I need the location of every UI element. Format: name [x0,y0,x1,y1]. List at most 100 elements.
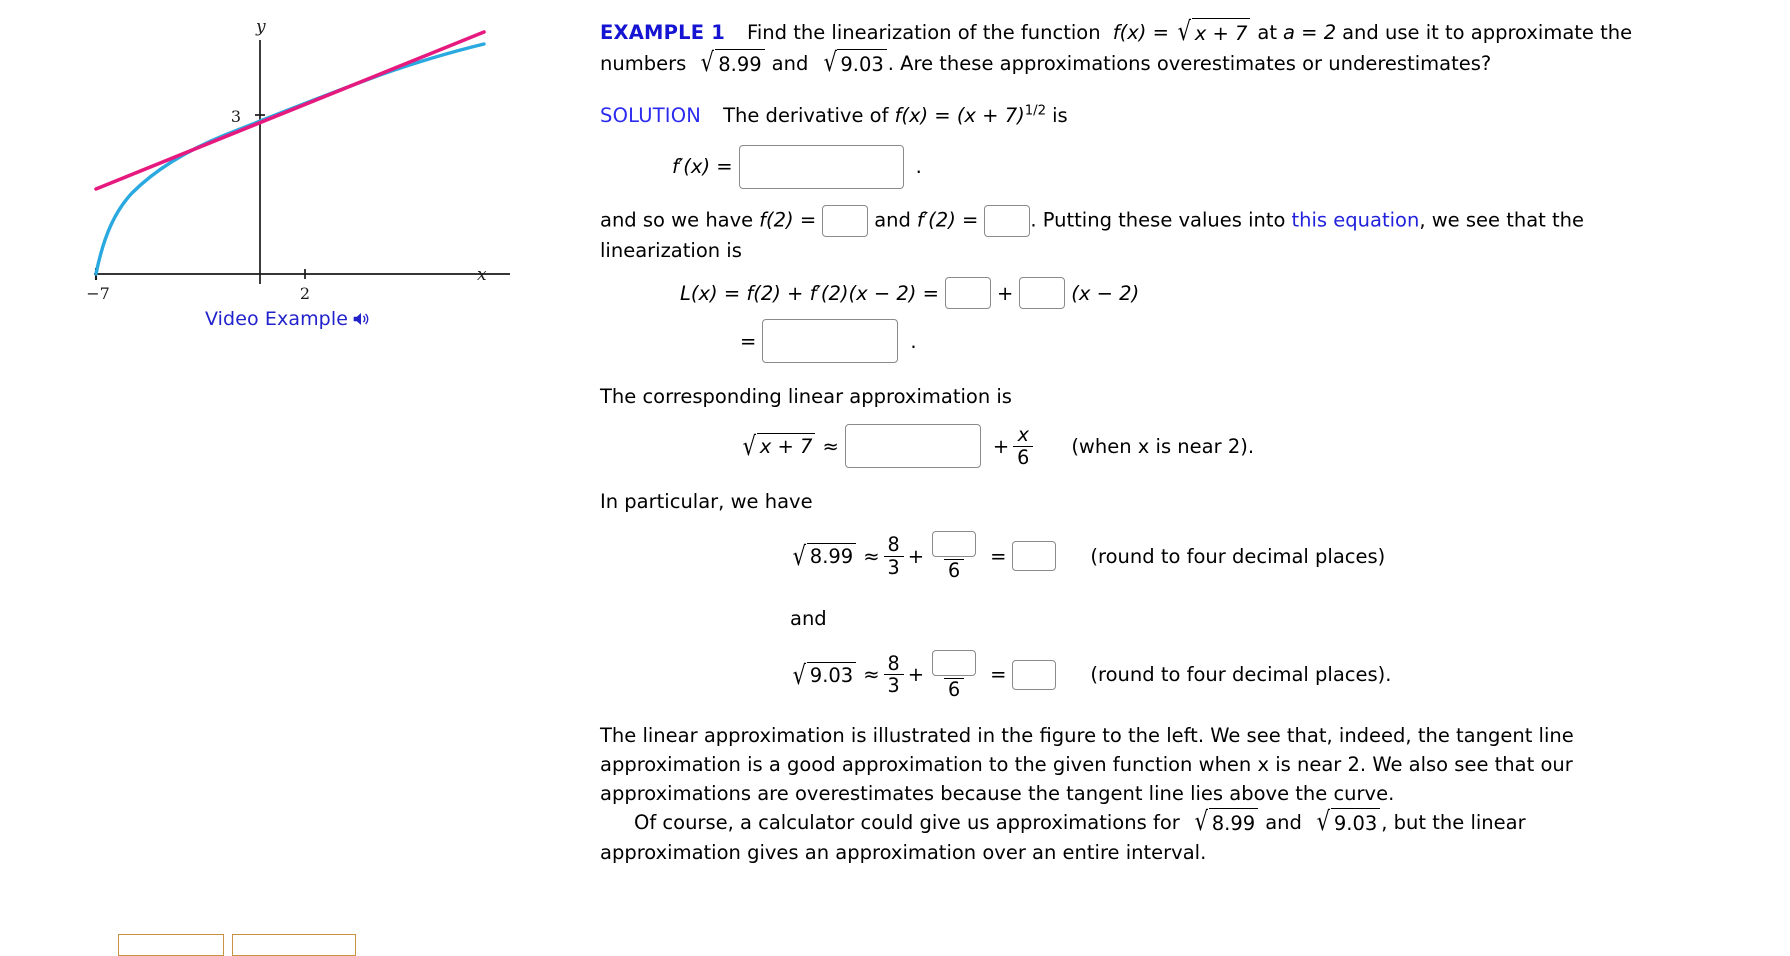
example-at: at [1257,20,1278,44]
fraction-8-over-3: 8 3 [883,651,904,697]
radical-9-03: √ 9.03 [822,47,887,80]
radical-sign: √ [823,47,837,78]
speaker-icon [350,308,372,330]
problem-column: EXAMPLE 1 Find the linearization of the f… [600,18,1730,868]
bottom-button-1[interactable] [118,934,224,956]
in-particular-label: In particular, we have [600,490,813,514]
fraction-box-over-6: 6 [928,531,980,581]
round-note: (round to four decimal places). [1090,663,1392,687]
period: . [910,329,917,353]
solution-intro-exponent: 1/2 [1024,103,1047,119]
radical-x-plus-7: √ x + 7 [741,432,816,463]
fraction-numerator-box [928,650,980,678]
radical-9-03: √ 9.03 [791,660,857,691]
fraction-numerator: 8 [887,651,900,675]
in-particular-text: In particular, we have [600,488,1730,517]
fraction-denominator: 3 [883,555,904,578]
plus-sign: + [907,663,925,687]
fx-label: f(x) = [1112,21,1169,44]
radical-8-99: √ 8.99 [791,541,857,572]
linearization-figure: y x 3 2 −7 [60,12,510,322]
fx-expression: f(x) = √ x + 7 [1113,18,1252,49]
answer-box-result-8-99[interactable] [1012,541,1057,572]
radical-8-99: √ 8.99 [1193,807,1259,839]
answer-box-Lx-const[interactable] [944,277,991,310]
plus-sign: + [907,544,925,568]
y-axis-label: y [255,17,266,37]
example-line1-a: Find the linearization of the function [747,20,1101,44]
approx-sign: ≈ [863,663,880,687]
round-note: (round to four decimal places) [1090,544,1386,568]
fprime-equation-row: f′(x) = . [672,144,1730,189]
radicand: 8.99 [715,48,765,80]
example-a-eq-2: a = 2 [1283,20,1337,44]
closing-paragraph-1: The linear approximation is illustrated … [600,722,1730,809]
this-equation-link[interactable]: this equation [1292,208,1420,231]
solution-intro-b: is [1052,103,1068,127]
answer-box-fprime2[interactable] [984,204,1031,237]
linearization-is: linearization is [600,238,742,262]
fraction-numerator-box [928,531,980,559]
answer-box-Lx-slope[interactable] [1019,277,1066,310]
figure-svg: y x 3 2 −7 [86,17,510,303]
closing-and: and [1265,811,1302,835]
x-axis-label: x [477,265,487,285]
radical-sign: √ [792,541,807,572]
answer-box-f2[interactable] [822,204,869,237]
answer-box-approx[interactable] [844,424,981,469]
closing-line-3: approximations are overestimates because… [600,781,1395,805]
radicand: x + 7 [756,433,816,459]
equals-sign: = [990,544,1007,568]
fraction-numerator: 8 [887,532,900,556]
answer-box-Lx-result[interactable] [762,319,899,364]
answer-box-numerator-9-03[interactable] [932,650,977,677]
approx-sign: ≈ [822,434,839,458]
and-so-we-have: and so we have [600,208,754,232]
solution-intro: SOLUTION The derivative of f(x) = (x + 7)1… [600,102,1730,131]
closing-line-1: The linear approximation is illustrated … [600,723,1574,747]
bottom-button-2[interactable] [232,934,356,956]
answer-box-numerator-8-99[interactable] [932,531,977,558]
closing-paragraph-2: Of course, a calculator could give us ap… [600,808,1730,868]
Lx-plus: + [996,281,1014,305]
fraction-denominator: 6 [943,678,965,700]
fraction-denominator: 3 [883,674,904,696]
fraction-numerator: x [1017,422,1029,446]
approx-plus: + [992,434,1010,458]
y-tick-label-3: 3 [231,107,241,126]
fraction-denominator: 6 [1013,445,1034,468]
radical-sign: √ [742,432,757,463]
video-example-label: Video Example [205,308,349,330]
example-line2-b: . Are these approximations overestimates… [887,51,1492,75]
radicand: 9.03 [806,661,857,688]
radical-sign: √ [701,47,715,78]
fraction-box-over-6: 6 [928,650,980,700]
video-example-link[interactable]: Video Example [205,308,372,330]
radical-sign: √ [792,660,807,691]
when-near-note: (when x is near 2). [1071,434,1255,458]
Lx-x-minus-2: (x − 2) [1071,281,1140,305]
closing-line-2: approximation is a good approximation to… [600,752,1573,776]
closing-p2-c: approximation gives an approximation ove… [600,841,1207,865]
radicand: 8.99 [1208,808,1259,839]
Lx-result-row: = . [740,319,1730,364]
fraction-8-over-3: 8 3 [883,532,904,578]
period: . [915,155,922,179]
approximation-row: √ x + 7 ≈ + x 6 (when x is near 2). [740,422,1730,469]
example-statement: EXAMPLE 1 Find the linearization of the f… [600,18,1730,80]
answer-box-result-9-03[interactable] [1012,659,1057,690]
approx-sign: ≈ [863,544,880,568]
example-line2-a: numbers [600,51,687,75]
corresponding-label: The corresponding linear approximation i… [600,385,1012,409]
Lx-equation-row: L(x) = f(2) + f′(2)(x − 2) = + (x − 2) [680,277,1730,310]
radical-sign: √ [1194,807,1209,838]
values-paragraph: and so we have f(2) = and f′(2) = . Putting … [600,204,1730,266]
bottom-toolbar [0,930,600,956]
radicand: 9.03 [837,48,887,80]
fprime2-label: f′(2) = [916,208,979,232]
answer-box-fprime[interactable] [738,144,904,189]
x-tick-label-2: 2 [300,284,310,303]
solution-intro-fx: f(x) = (x + 7) [894,103,1025,127]
sqrt-curve [94,42,486,276]
radical-8-99: √ 8.99 [699,47,765,80]
